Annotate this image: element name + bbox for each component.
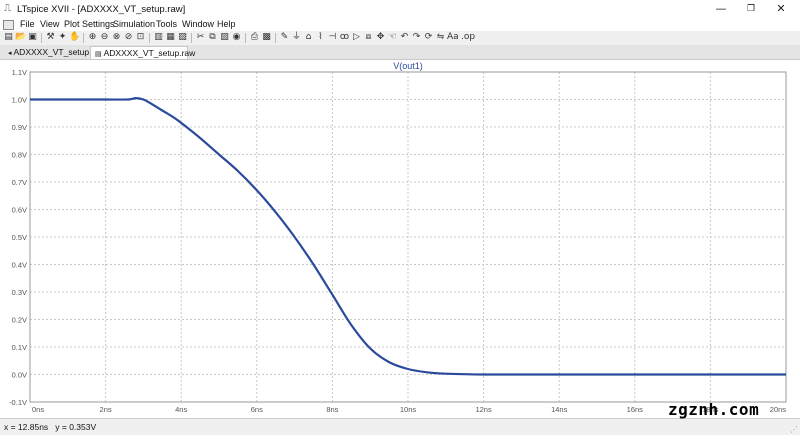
zoom-in-icon[interactable]: ⊕ [87,32,98,43]
y-tick-label: 0.6V [12,206,27,215]
x-tick-label: 20ns [770,405,787,414]
x-tick-label: 12ns [475,405,492,414]
y-tick-label: 0.0V [12,371,27,380]
tile-horizontal-icon[interactable]: ▥ [153,32,164,43]
open-icon[interactable]: 📂 [15,32,26,43]
y-tick-label: 1.0V [12,96,27,105]
save-icon[interactable]: ▣ [27,32,38,43]
text-icon[interactable]: Aa [447,32,459,43]
x-tick-label: 16ns [627,405,644,414]
menu-help[interactable]: Help [217,19,236,29]
rotate-icon[interactable]: ⟳ [423,32,434,43]
resize-grip-icon[interactable]: ⋰ [790,425,798,434]
y-tick-label: 0.1V [12,343,27,352]
y-tick-label: 0.9V [12,123,27,132]
label-net-icon[interactable]: ⌂ [303,32,314,43]
x-tick-label: 6ns [251,405,263,414]
ground-icon[interactable]: ⏚ [291,32,302,43]
resistor-icon[interactable]: ⌇ [315,32,326,43]
find-icon[interactable]: ◉ [231,32,242,43]
y-tick-label: 0.2V [12,316,27,325]
toolbar: ▤ 📂 ▣ ⚒ ✦ ✋ ⊕ ⊖ ⊗ ⊘ ⊡ ▥ ▦ ▧ ✂ ⧉ ▨ ◉ ⎙ ▩ … [0,31,800,46]
schematic-tab-icon: ◂ [8,49,12,57]
y-tick-label: 0.8V [12,151,27,160]
document-icon[interactable] [3,20,14,30]
watermark: zgznh.com [668,400,760,419]
minimize-icon[interactable]: — [708,0,734,18]
x-tick-label: 8ns [326,405,338,414]
waveform-plot[interactable]: 1.1V 1.0V 0.9V 0.8V 0.7V 0.6V 0.5V 0.4V 0.3V 0.2V… [0,60,800,418]
component-icon[interactable]: ⧈ [363,32,374,43]
menu-bar: File View Plot Settings Simulation Tools… [0,18,800,31]
zoom-area-icon[interactable]: ⊘ [123,32,134,43]
halt-icon[interactable]: ✋ [69,32,80,43]
y-tick-label: 1.1V [12,68,27,77]
tab-schematic[interactable]: ◂ ADXXXX_VT_setup.asc [4,46,105,58]
print-setup-icon[interactable]: ▩ [261,32,272,43]
spice-directive-icon[interactable]: .op [461,32,475,43]
zoom-fit-icon[interactable]: ⊗ [111,32,122,43]
control-panel-icon[interactable]: ⚒ [45,32,56,43]
waveform-tab-icon: ▤ [95,50,102,58]
x-tick-label: 14ns [551,405,568,414]
autorange-icon[interactable]: ⊡ [135,32,146,43]
y-tick-label: -0.1V [9,398,27,407]
menu-tools[interactable]: Tools [156,19,177,29]
inductor-icon[interactable]: ꝏ [339,32,350,43]
cascade-icon[interactable]: ▧ [177,32,188,43]
x-tick-label: 4ns [175,405,187,414]
menu-plot-settings[interactable]: Plot Settings [64,19,115,29]
cursor-readout: x = 12.85ns y = 0.353V [4,422,97,432]
x-tick-label: 10ns [400,405,417,414]
menu-view[interactable]: View [40,19,59,29]
maximize-icon[interactable]: ❐ [738,0,764,18]
window-title: LTspice XVII - [ADXXXX_VT_setup.raw] [17,4,186,15]
x-tick-label: 0ns [32,405,44,414]
y-tick-label: 0.7V [12,178,27,187]
ltspice-logo-icon: ⎍ [4,3,11,14]
diode-icon[interactable]: ▷ [351,32,362,43]
tab-waveform-label: ADXXXX_VT_setup.raw [103,48,196,58]
y-tick-label: 0.5V [12,233,27,242]
move-icon[interactable]: ✥ [375,32,386,43]
tab-waveform[interactable]: ▤ ADXXXX_VT_setup.raw [90,46,195,59]
title-bar: ⎍ LTspice XVII - [ADXXXX_VT_setup.raw] —… [0,0,800,18]
copy-icon[interactable]: ⧉ [207,32,218,43]
trace-label[interactable]: V(out1) [393,61,423,71]
menu-window[interactable]: Window [182,19,214,29]
redo-icon[interactable]: ↷ [411,32,422,43]
menu-file[interactable]: File [20,19,35,29]
drag-icon[interactable]: ☜ [387,32,398,43]
run-icon[interactable]: ✦ [57,32,68,43]
tab-strip: ◂ ADXXXX_VT_setup.asc ▤ ADXXXX_VT_setup.ra… [0,45,800,60]
undo-icon[interactable]: ↶ [399,32,410,43]
capacitor-icon[interactable]: ⊣ [327,32,338,43]
status-bar: x = 12.85ns y = 0.353V ⋰ [0,418,800,435]
x-tick-label: 2ns [100,405,112,414]
y-tick-label: 0.3V [12,288,27,297]
y-tick-label: 0.4V [12,261,27,270]
print-icon[interactable]: ⎙ [249,32,260,43]
mirror-icon[interactable]: ⇋ [435,32,446,43]
cut-icon[interactable]: ✂ [195,32,206,43]
draw-wire-icon[interactable]: ✎ [279,32,290,43]
new-schematic-icon[interactable]: ▤ [3,32,14,43]
waveform-viewer[interactable]: 1.1V 1.0V 0.9V 0.8V 0.7V 0.6V 0.5V 0.4V 0.3V 0.2V… [0,60,800,418]
zoom-out-icon[interactable]: ⊖ [99,32,110,43]
close-icon[interactable]: ✕ [768,0,794,18]
paste-icon[interactable]: ▨ [219,32,230,43]
menu-simulation[interactable]: Simulation [113,19,155,29]
tile-vertical-icon[interactable]: ▦ [165,32,176,43]
